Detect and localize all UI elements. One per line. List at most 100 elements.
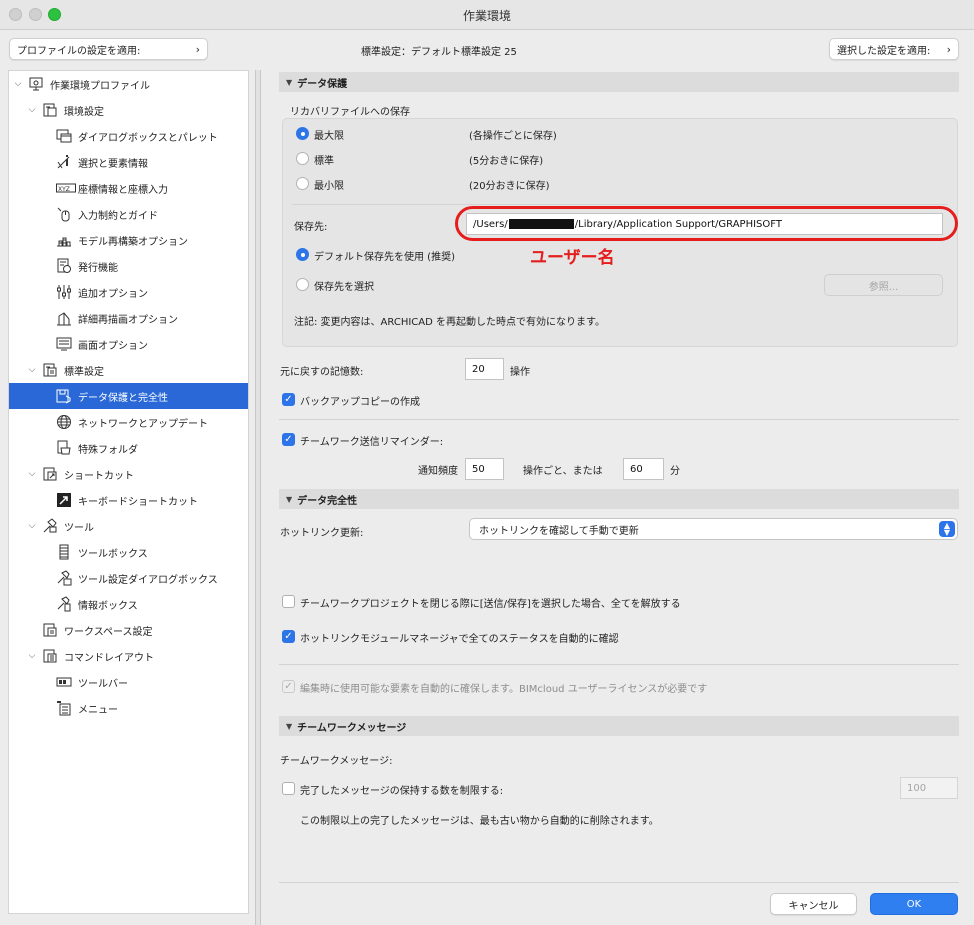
globe-icon	[56, 414, 72, 430]
recovery-file-label: リカバリファイルへの保存	[290, 107, 410, 118]
minutes-field[interactable]: 60	[623, 458, 664, 480]
backup-label: バックアップコピーの作成	[300, 397, 420, 408]
tree-item-toolbox[interactable]: ツールボックス	[9, 539, 248, 565]
hotlink-status-checkbox[interactable]: ✓	[282, 630, 295, 643]
radio-choose-location-label: 保存先を選択	[314, 282, 374, 293]
tools-icon	[42, 518, 58, 534]
tree-item-constraints-guides[interactable]: 入力制約とガイド	[9, 201, 248, 227]
backup-checkbox[interactable]: ✓	[282, 393, 295, 406]
auto-reserve-checkbox[interactable]: ✓	[282, 680, 295, 693]
disclosure-open-icon[interactable]: ⌵	[13, 79, 23, 89]
environment-settings-icon	[42, 102, 58, 118]
radio-max[interactable]	[296, 127, 309, 140]
tree-item-label: 標準設定	[64, 366, 104, 378]
ok-button[interactable]: OK	[870, 893, 958, 915]
undo-count-field[interactable]: 20	[465, 358, 504, 380]
disclosure-open-icon[interactable]: ⌵	[27, 651, 37, 661]
hotlink-update-label: ホットリンク更新:	[280, 528, 364, 539]
tree-item-label: 特殊フォルダ	[78, 444, 138, 456]
tree-item-label: 詳細再描画オプション	[78, 314, 178, 326]
tree-item-label: 発行機能	[78, 262, 118, 274]
annotation-highlight	[455, 206, 958, 241]
radio-choose-location[interactable]	[296, 278, 309, 291]
publish-icon	[56, 258, 72, 274]
tree-item-shortcuts[interactable]: ⌵ ショートカット	[9, 461, 248, 487]
workspace-icon	[42, 622, 58, 638]
tree-item-label: ワークスペース設定	[64, 626, 153, 638]
frequency-mid-label: 操作ごと、または	[523, 466, 603, 477]
radio-default-location[interactable]	[296, 248, 309, 261]
tree-item-network-update[interactable]: ネットワークとアップデート	[9, 409, 248, 435]
section-header-teamwork[interactable]: ▼ チームワークメッセージ	[279, 716, 959, 736]
toolbar-icon	[56, 674, 72, 690]
tree-item-label: ツールボックス	[78, 548, 148, 560]
tree-item-info-box[interactable]: 情報ボックス	[9, 591, 248, 617]
tree-item-label: 入力制約とガイド	[78, 210, 158, 222]
browse-button[interactable]: 参照...	[824, 274, 943, 296]
tree-item-label: 選択と要素情報	[78, 158, 148, 170]
tree-item-menu[interactable]: メニュー	[9, 695, 248, 721]
tree-item-coordinates[interactable]: XYZ 座標情報と座標入力	[9, 175, 248, 201]
standard-settings-icon	[42, 362, 58, 378]
tree-item-selection-info[interactable]: 選択と要素情報	[9, 149, 248, 175]
limit-messages-label: 完了したメッセージの保持する数を制限する:	[300, 786, 504, 797]
data-protection-icon	[56, 388, 72, 404]
radio-standard[interactable]	[296, 152, 309, 165]
tree-item-data-protection[interactable]: データ保護と完全性	[9, 383, 248, 409]
annotation-label: ユーザー名	[530, 248, 615, 268]
tree-item-toolbar[interactable]: ツールバー	[9, 669, 248, 695]
frequency-field[interactable]: 50	[465, 458, 504, 480]
chevron-right-icon: ›	[946, 42, 951, 56]
standard-settings-info: 標準設定：デフォルト標準設定 25	[361, 47, 517, 58]
tree-item-environment[interactable]: ⌵ 環境設定	[9, 97, 248, 123]
tree-item-model-rebuild[interactable]: モデル再構築オプション	[9, 227, 248, 253]
pane-splitter[interactable]	[255, 70, 261, 925]
radio-max-label: 最大限	[314, 131, 344, 142]
apply-profile-button[interactable]: プロファイルの設定を適用: ›	[9, 38, 208, 60]
undo-unit: 操作	[510, 367, 530, 378]
apply-selected-label: 選択した設定を適用:	[837, 45, 931, 57]
disclosure-open-icon[interactable]: ⌵	[27, 365, 37, 375]
limit-messages-field[interactable]: 100	[900, 777, 958, 799]
tree-item-label: ツール設定ダイアログボックス	[78, 574, 218, 586]
disclosure-open-icon[interactable]: ⌵	[27, 521, 37, 531]
divider	[279, 664, 959, 665]
shortcut-icon	[42, 466, 58, 482]
teamwork-reminder-checkbox[interactable]: ✓	[282, 433, 295, 446]
tree-item-screen-options[interactable]: 画面オプション	[9, 331, 248, 357]
cancel-button[interactable]: キャンセル	[770, 893, 857, 915]
tree-item-profile[interactable]: ⌵ 作業環境プロファイル	[9, 71, 248, 97]
tree-item-redraw[interactable]: 詳細再描画オプション	[9, 305, 248, 331]
release-all-checkbox[interactable]	[282, 595, 295, 608]
tree-item-tool-settings-dialog[interactable]: ツール設定ダイアログボックス	[9, 565, 248, 591]
section-header-data-protection[interactable]: ▼ データ保護	[279, 72, 959, 92]
tree-item-workspace[interactable]: ワークスペース設定	[9, 617, 248, 643]
limit-messages-checkbox[interactable]	[282, 782, 295, 795]
tree-item-label: ネットワークとアップデート	[78, 418, 208, 430]
triangle-down-icon: ▼	[286, 77, 293, 87]
tree-item-standard-settings[interactable]: ⌵ 標準設定	[9, 357, 248, 383]
tree-item-publish[interactable]: 発行機能	[9, 253, 248, 279]
sliders-icon	[56, 284, 72, 300]
tree-item-label: 作業環境プロファイル	[50, 80, 150, 92]
tree-item-tools[interactable]: ⌵ ツール	[9, 513, 248, 539]
tree-item-command-layout[interactable]: ⌵ コマンドレイアウト	[9, 643, 248, 669]
apply-selected-button[interactable]: 選択した設定を適用: ›	[829, 38, 959, 60]
tree-item-keyboard-shortcuts[interactable]: キーボードショートカット	[9, 487, 248, 513]
radio-min[interactable]	[296, 177, 309, 190]
tree-item-additional-options[interactable]: 追加オプション	[9, 279, 248, 305]
tree-item-label: キーボードショートカット	[78, 496, 198, 508]
section-header-data-integrity[interactable]: ▼ データ完全性	[279, 489, 959, 509]
hotlink-update-select[interactable]: ホットリンクを確認して手動で更新 ▲ ▼	[469, 518, 958, 540]
disclosure-open-icon[interactable]: ⌵	[27, 105, 37, 115]
tree-item-label: モデル再構築オプション	[78, 236, 188, 248]
divider	[279, 882, 959, 883]
tree-item-label: データ保護と完全性	[78, 392, 168, 404]
release-all-label: チームワークプロジェクトを閉じる際に[送信/保存]を選択した場合、全てを解放する	[300, 599, 681, 610]
tree-item-dialogs-palettes[interactable]: ダイアログボックスとパレット	[9, 123, 248, 149]
profile-icon	[28, 76, 44, 92]
disclosure-open-icon[interactable]: ⌵	[27, 469, 37, 479]
tree-item-special-folders[interactable]: 特殊フォルダ	[9, 435, 248, 461]
tree-item-label: ツール	[64, 522, 94, 534]
section-title: データ完全性	[297, 495, 358, 507]
